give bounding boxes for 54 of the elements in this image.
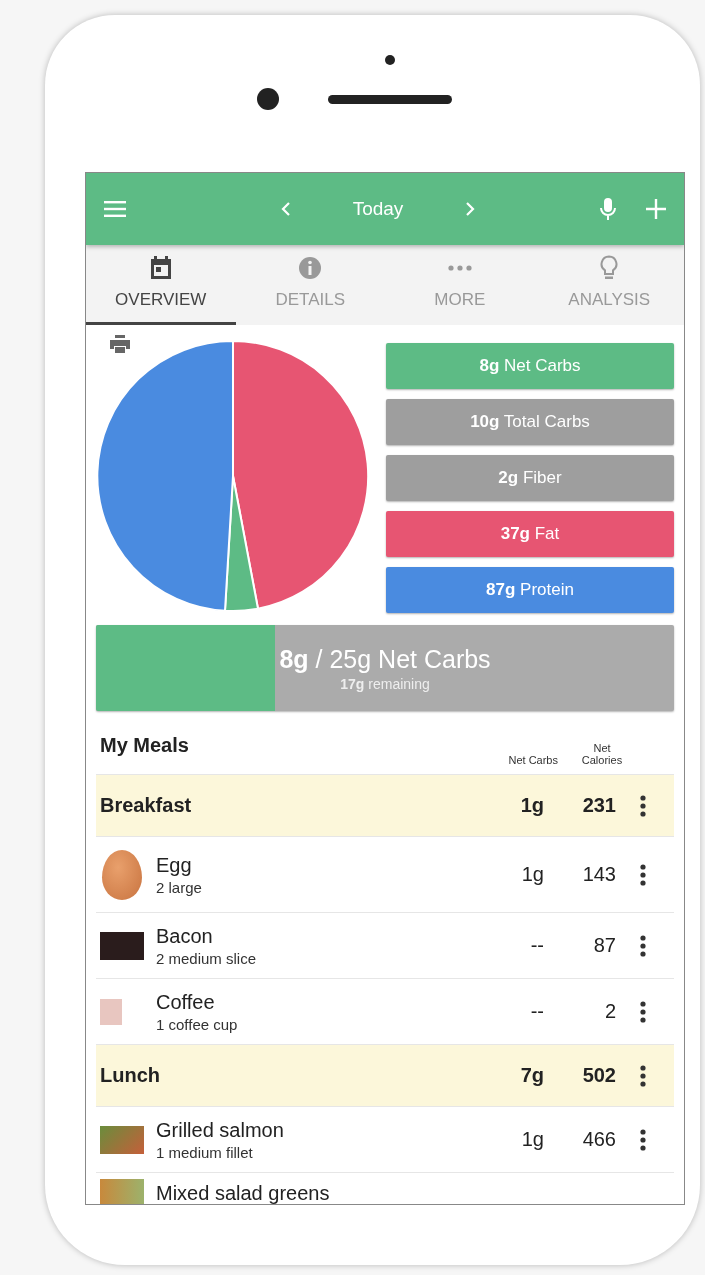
macro-total: 87g Protein	[386, 567, 674, 613]
calories-value: 143	[581, 863, 616, 886]
meal-name: Lunch	[100, 1064, 161, 1087]
photo-placeholder	[100, 1125, 144, 1154]
remaining-text: 17g remaining	[340, 675, 430, 692]
net-carbs-goal-text: 8g / 25g Net Carbs	[279, 644, 491, 674]
printer-icon[interactable]	[110, 335, 130, 353]
food-name[interactable]: Egg	[156, 853, 202, 877]
earpiece-dot	[385, 55, 395, 65]
calories-value: 502	[581, 1064, 616, 1087]
more-options-icon[interactable]	[640, 794, 646, 817]
food-name[interactable]: Bacon	[156, 924, 257, 948]
net-carbs-value: 1g	[519, 794, 545, 817]
net-carbs-value: 7g	[519, 1064, 545, 1087]
meal-header-row[interactable]: Breakfast 1g 231	[96, 775, 674, 837]
macro-total: 10g Total Carbs	[386, 399, 674, 445]
section-title: My Meals	[100, 733, 190, 757]
food-name[interactable]: Grilled salmon	[156, 1118, 284, 1142]
calendar-icon	[149, 256, 172, 280]
calories-value: 466	[581, 1128, 616, 1151]
meal-header-row[interactable]: Lunch 7g 502	[96, 1045, 674, 1107]
lightbulb-icon	[600, 255, 619, 281]
serving-size: 2 large	[156, 878, 202, 896]
net-carbs-value: 1g	[520, 863, 545, 886]
more-options-icon[interactable]	[640, 1000, 646, 1023]
macro-total: 2g Fiber	[386, 455, 674, 501]
macro-total: 8g Net Carbs	[386, 343, 674, 389]
more-dots-icon	[447, 265, 472, 271]
tab[interactable]: OVERVIEW	[86, 245, 236, 325]
photo-placeholder	[100, 1179, 144, 1204]
net-carbs-value: --	[529, 934, 545, 957]
more-options-icon[interactable]	[640, 1128, 646, 1151]
meal-name: Breakfast	[100, 794, 193, 817]
date-title: Today	[352, 198, 404, 220]
calories-value: 2	[603, 1000, 616, 1023]
column-header: Net Carbs	[507, 754, 559, 766]
net-carbs-value: 1g	[520, 1128, 545, 1151]
photo-placeholder	[102, 849, 142, 900]
more-options-icon[interactable]	[640, 1064, 646, 1087]
more-options-icon[interactable]	[640, 934, 646, 957]
calories-value: 231	[581, 794, 616, 817]
macro-total: 37g Fat	[386, 511, 674, 557]
calories-value: 87	[592, 934, 616, 957]
net-carbs-value: --	[529, 1000, 545, 1023]
serving-size: 1 medium fillet	[156, 1143, 254, 1161]
more-options-icon[interactable]	[640, 863, 646, 886]
info-icon	[298, 256, 323, 280]
food-name[interactable]: Coffee	[156, 990, 238, 1014]
serving-size: 1 coffee cup	[156, 1015, 238, 1033]
front-camera	[257, 88, 279, 110]
photo-placeholder	[100, 931, 144, 960]
serving-size: 2 medium slice	[156, 949, 257, 967]
food-name[interactable]: Mixed salad greens	[156, 1181, 330, 1204]
column-header: Net Calories	[580, 742, 624, 766]
